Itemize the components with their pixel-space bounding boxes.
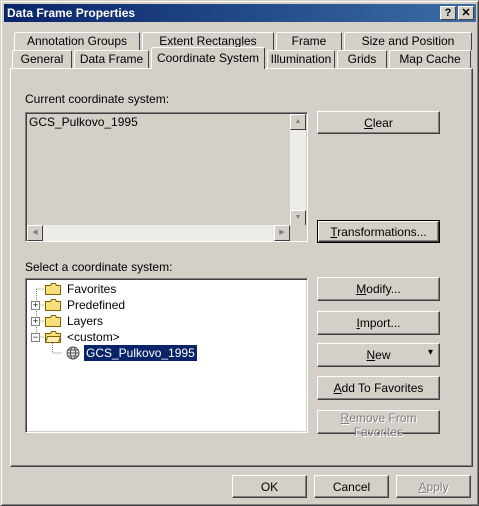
tab-illumination[interactable]: Illumination [267,50,335,68]
tab-general[interactable]: General [12,50,72,68]
scroll-up-icon[interactable]: ▲ [290,114,306,130]
coordinate-system-tree[interactable]: Favorites + Predefined + Layers − <custo… [25,278,308,433]
current-coordinate-system-box[interactable]: GCS_Pulkovo_1995 ▲ ▼ ◀ ▶ [25,112,308,242]
select-coordinate-system-label: Select a coordinate system: [25,260,173,274]
tree-item-label: Favorites [67,282,117,296]
new-button[interactable]: New ▾ [317,343,440,367]
cancel-button[interactable]: Cancel [314,475,389,498]
add-to-favorites-label: dd To Favorites [341,381,424,395]
tree-item-gcs-pulkovo-1995[interactable]: GCS_Pulkovo_1995 [26,344,296,362]
folder-icon [45,283,61,295]
modify-button[interactable]: Modify... [317,277,440,301]
folder-icon [45,315,61,327]
modify-mnemonic: M [356,282,367,296]
apply-button[interactable]: Apply [396,475,471,498]
current-coordinate-system-label: Current coordinate system: [25,92,170,106]
tree-item-label: Layers [67,314,104,328]
clear-button[interactable]: Clear [317,111,440,134]
open-folder-icon [45,331,61,343]
clear-mnemonic: C [364,115,373,130]
remove-from-favorites-button[interactable]: Remove From Favorites [317,410,440,439]
collapse-icon[interactable]: − [31,333,40,342]
tree-item-favorites[interactable]: Favorites [26,281,296,297]
help-button[interactable]: ? [440,6,456,20]
modify-label: odify... [366,282,401,296]
scroll-right-icon[interactable]: ▶ [274,225,290,241]
new-label: ew [375,348,391,362]
import-button[interactable]: Import... [317,311,440,335]
tree-item-label: Predefined [67,298,126,312]
tab-annotation-groups[interactable]: Annotation Groups [14,32,140,50]
transformations-button[interactable]: Transformations... [317,220,440,243]
clear-label: lear [372,115,393,130]
apply-mnemonic: A [418,479,427,494]
tree-item-layers[interactable]: + Layers [26,313,296,329]
import-label: mport... [359,316,401,330]
tree-item-custom[interactable]: − <custom> [26,329,296,345]
tab-frame[interactable]: Frame [276,32,342,50]
tree-item-label-selected: GCS_Pulkovo_1995 [83,344,198,362]
tree-item-predefined[interactable]: + Predefined [26,297,296,313]
add-to-favorites-button[interactable]: Add To Favorites [317,376,440,400]
transformations-label: ransformations... [337,224,427,239]
scrollbar-corner [290,225,306,241]
tab-map-cache[interactable]: Map Cache [389,50,471,68]
horizontal-scrollbar[interactable]: ◀ ▶ [27,225,290,241]
vertical-scrollbar[interactable]: ▲ ▼ [290,114,306,226]
window-title: Data Frame Properties [7,6,136,20]
new-mnemonic: N [366,348,376,362]
expand-icon[interactable]: + [31,301,40,310]
current-coordinate-system-value: GCS_Pulkovo_1995 [29,115,138,129]
add-to-favorites-mnemonic: A [333,381,342,395]
ok-button[interactable]: OK [232,475,307,498]
tree-item-label: <custom> [67,330,120,344]
tab-coordinate-system[interactable]: Coordinate System [151,47,265,69]
title-bar: Data Frame Properties ? ✕ [4,4,476,22]
remove-from-favorites-mnemonic: R [340,411,350,425]
tab-data-frame[interactable]: Data Frame [74,50,149,68]
expand-icon[interactable]: + [31,317,40,326]
globe-icon [66,346,80,360]
dropdown-arrow-icon[interactable]: ▾ [428,347,433,358]
close-button[interactable]: ✕ [458,6,474,20]
dialog-window: Data Frame Properties ? ✕ Annotation Gro… [0,0,479,506]
tab-size-and-position[interactable]: Size and Position [344,32,472,50]
scroll-left-icon[interactable]: ◀ [27,225,43,241]
tab-grids[interactable]: Grids [337,50,387,68]
apply-label: pply [426,479,449,494]
folder-icon [45,299,61,311]
scroll-down-icon[interactable]: ▼ [290,210,306,226]
